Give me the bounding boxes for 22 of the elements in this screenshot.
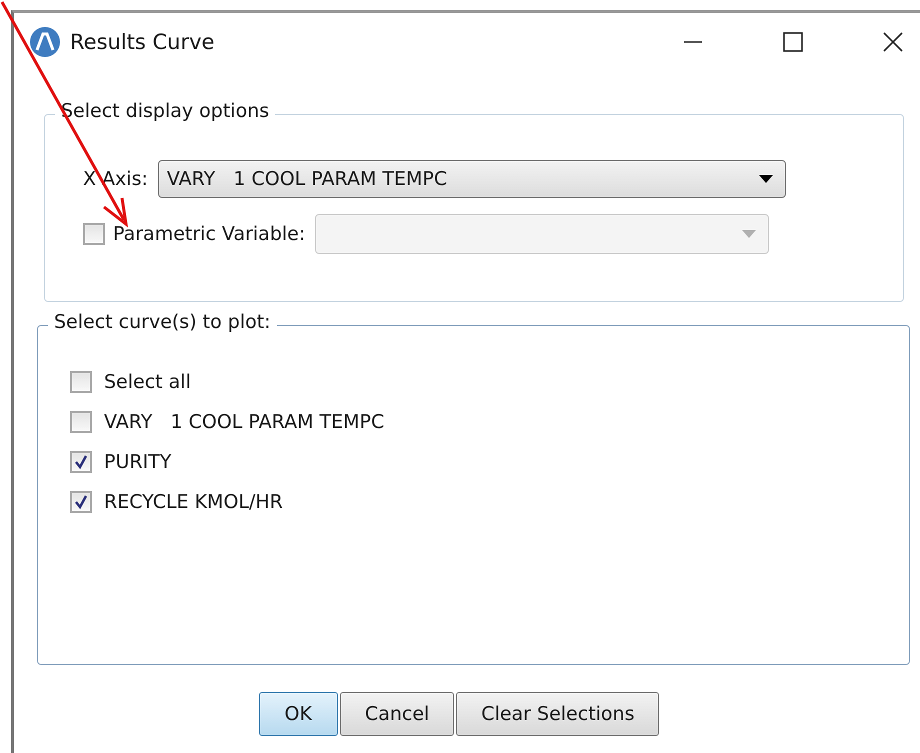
curve-label: PURITY bbox=[104, 451, 172, 473]
x-axis-label: X Axis: bbox=[83, 168, 148, 190]
parametric-checkbox[interactable] bbox=[83, 223, 105, 245]
maximize-icon[interactable] bbox=[782, 31, 804, 53]
curve-checkbox[interactable] bbox=[70, 411, 92, 433]
close-icon[interactable] bbox=[882, 31, 904, 53]
caret-icon bbox=[742, 230, 756, 238]
curve-label: Select all bbox=[104, 371, 191, 393]
caret-icon bbox=[758, 175, 773, 183]
dialog-button[interactable]: OK bbox=[258, 692, 338, 736]
curve-checkbox[interactable] bbox=[70, 451, 92, 473]
curve-label: RECYCLE KMOL/HR bbox=[104, 491, 283, 513]
dialog-button[interactable]: Clear Selections bbox=[456, 692, 660, 736]
window-title: Results Curve bbox=[70, 30, 214, 54]
dialog-button[interactable]: Cancel bbox=[340, 692, 454, 736]
x-axis-dropdown[interactable]: VARY 1 COOL PARAM TEMPC bbox=[158, 160, 786, 198]
curve-checkbox[interactable] bbox=[70, 371, 92, 393]
app-logo-icon bbox=[28, 25, 62, 59]
curve-checkbox[interactable] bbox=[70, 491, 92, 513]
curve-label: VARY 1 COOL PARAM TEMPC bbox=[104, 411, 384, 433]
parametric-label: Parametric Variable: bbox=[113, 223, 306, 245]
group-title: Select curve(s) to plot: bbox=[48, 311, 277, 333]
